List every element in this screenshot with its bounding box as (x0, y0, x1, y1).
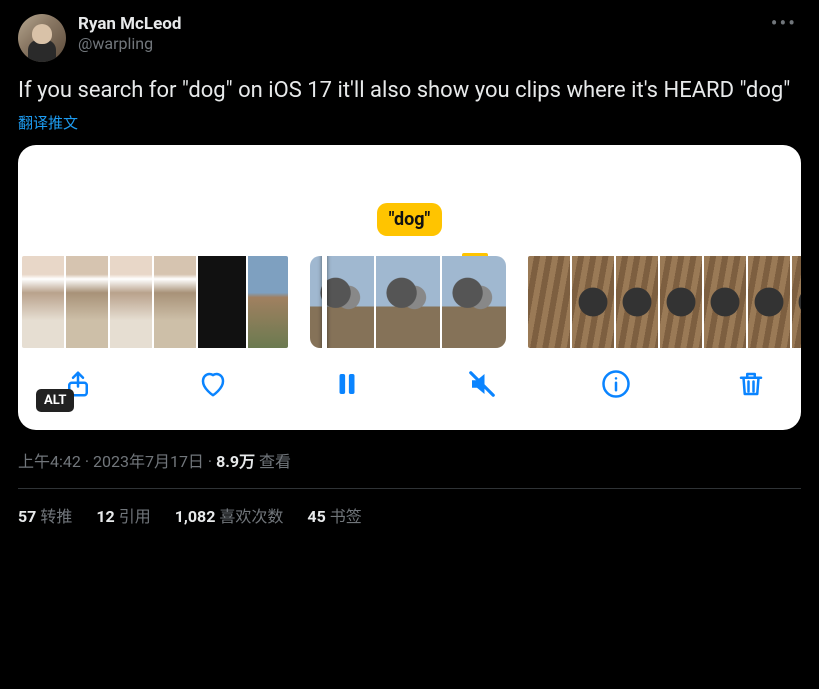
name-block: Ryan McLeod @warpling (78, 14, 181, 62)
tweet-date[interactable]: 2023年7月17日 (93, 452, 204, 471)
thumbnail (572, 256, 614, 348)
thumbnail (22, 256, 64, 348)
translate-link[interactable]: 翻译推文 (18, 112, 78, 133)
thumbnail (154, 256, 196, 348)
video-toolbar (18, 366, 801, 430)
views-label: 查看 (259, 452, 291, 471)
clip-strip-3[interactable] (528, 256, 801, 348)
avatar[interactable] (18, 14, 66, 62)
clip-strip-1[interactable] (22, 256, 288, 348)
retweets-stat[interactable]: 57转推 (18, 503, 72, 527)
user-handle[interactable]: @warpling (78, 34, 181, 53)
search-tag: "dog" (377, 203, 443, 236)
info-icon[interactable] (600, 368, 632, 400)
tweet-stats: 57转推 12引用 1,082喜欢次数 45书签 (18, 503, 801, 527)
playhead[interactable] (322, 256, 327, 348)
views-count: 8.9万 (216, 452, 255, 471)
search-tag-wrap: "dog" (18, 203, 801, 236)
pause-icon[interactable] (331, 368, 363, 400)
display-name[interactable]: Ryan McLeod (78, 14, 181, 34)
bookmarks-stat[interactable]: 45书签 (307, 503, 361, 527)
mute-icon[interactable] (466, 368, 498, 400)
trash-icon[interactable] (735, 368, 767, 400)
tweet-text: If you search for "dog" on iOS 17 it'll … (18, 76, 801, 106)
heart-icon[interactable] (197, 368, 229, 400)
thumbnail (616, 256, 658, 348)
alt-badge[interactable]: ALT (36, 389, 74, 412)
thumbnail (748, 256, 790, 348)
thumbnail (660, 256, 702, 348)
likes-stat[interactable]: 1,082喜欢次数 (175, 503, 284, 527)
divider (18, 488, 801, 489)
thumbnail (376, 256, 440, 348)
tweet-meta: 上午4:42 · 2023年7月17日 · 8.9万 查看 (18, 448, 801, 472)
video-timeline[interactable] (18, 256, 801, 366)
more-icon[interactable]: ••• (767, 14, 801, 32)
media-card[interactable]: "dog" (18, 145, 801, 430)
tweet-container: Ryan McLeod @warpling ••• If you search … (0, 0, 819, 539)
thumbnail (66, 256, 108, 348)
thumbnail (792, 256, 801, 348)
tweet-header: Ryan McLeod @warpling ••• (18, 14, 801, 62)
user-block[interactable]: Ryan McLeod @warpling (18, 14, 181, 62)
clip-strip-2[interactable] (310, 256, 506, 348)
thumbnail (704, 256, 746, 348)
thumbnail (310, 256, 374, 348)
thumbnail (442, 256, 506, 348)
thumbnail (528, 256, 570, 348)
thumbnail (198, 256, 246, 348)
quotes-stat[interactable]: 12引用 (96, 503, 150, 527)
thumbnail (248, 256, 288, 348)
tweet-time[interactable]: 上午4:42 (18, 452, 81, 471)
thumbnail (110, 256, 152, 348)
